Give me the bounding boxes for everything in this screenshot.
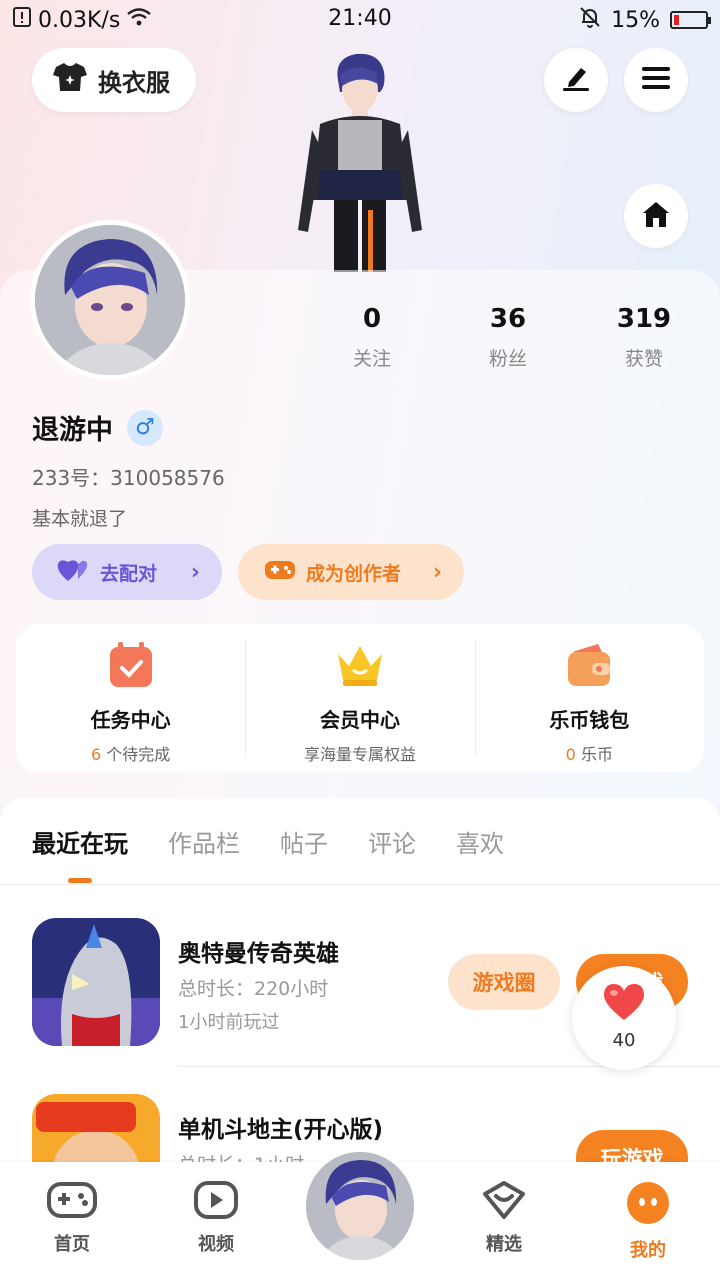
- stat-followers[interactable]: 36 粉丝: [440, 304, 576, 371]
- stat-label: 获赞: [624, 348, 663, 370]
- nav-label: 精选: [486, 1234, 522, 1255]
- battery-icon: [670, 11, 711, 29]
- like-count: 40: [612, 1030, 636, 1051]
- battery-percent: 15%: [611, 7, 660, 33]
- status-bar: 0.03K/s 21:40 15%: [0, 0, 720, 40]
- nav-featured[interactable]: 精选: [454, 1180, 554, 1256]
- game-name: 奥特曼传奇英雄: [178, 941, 339, 967]
- avatar-3d-figure[interactable]: [290, 50, 430, 272]
- username-row: 退游中 ♂: [32, 408, 163, 447]
- home-button[interactable]: [624, 184, 688, 248]
- stat-label: 粉丝: [488, 348, 527, 370]
- service-title: 任务中心: [90, 708, 171, 732]
- chevron-right-icon: ›: [190, 559, 200, 585]
- tab-works[interactable]: 作品栏: [168, 824, 240, 859]
- profile-tabs: 最近在玩 作品栏 帖子 评论 喜欢: [32, 824, 504, 883]
- menu-button[interactable]: [624, 48, 688, 112]
- crown-icon: [333, 638, 387, 692]
- divider: [0, 884, 720, 885]
- male-gender-icon: ♂: [127, 409, 163, 446]
- gamepad-icon: [22, 1180, 122, 1224]
- profile-avatar[interactable]: [30, 220, 190, 380]
- creator-label: 成为创作者: [306, 562, 402, 585]
- service-subtitle: 0 乐币: [565, 745, 613, 764]
- floating-like-button[interactable]: 40: [572, 966, 676, 1070]
- heart-icon: [572, 982, 676, 1026]
- bottom-navigation: 首页 视频 精选 我的: [0, 1146, 720, 1280]
- stat-label: 关注: [352, 348, 391, 370]
- heart-shield-icon: [454, 1180, 554, 1224]
- service-panel: 任务中心 6 个待完成 会员中心 享海量专属权益 乐币钱包 0 乐币: [16, 624, 704, 772]
- game-circle-button[interactable]: 游戏圈: [448, 954, 560, 1010]
- service-title: 会员中心: [319, 708, 400, 732]
- last-played: 1小时前玩过: [178, 1012, 280, 1033]
- nav-video[interactable]: 视频: [166, 1180, 266, 1256]
- wallet[interactable]: 乐币钱包 0 乐币: [474, 624, 704, 772]
- game-name: 单机斗地主(开心版): [178, 1117, 384, 1143]
- hearts-icon: [56, 557, 90, 588]
- wallet-icon: [562, 638, 616, 692]
- become-creator-button[interactable]: 成为创作者 ›: [238, 544, 464, 600]
- match-label: 去配对: [100, 562, 158, 585]
- username: 退游中: [32, 415, 113, 446]
- hamburger-menu-icon: [641, 65, 671, 95]
- stat-number: 36: [489, 304, 527, 334]
- nav-label: 视频: [198, 1234, 234, 1255]
- user-bio: 基本就退了: [32, 508, 128, 530]
- video-play-icon: [166, 1180, 266, 1224]
- gamepad-icon: [264, 558, 296, 587]
- service-subtitle: 享海量专属权益: [303, 745, 416, 764]
- play-duration: 总时长：220小时: [178, 978, 329, 1000]
- user-id[interactable]: 233号：310058576: [32, 462, 225, 491]
- smile-face-icon: [598, 1180, 698, 1230]
- edit-button[interactable]: [544, 48, 608, 112]
- match-button[interactable]: 去配对 ›: [32, 544, 222, 600]
- game-icon[interactable]: [32, 918, 160, 1046]
- nav-avatar-center[interactable]: [300, 1146, 420, 1266]
- avatar: [306, 1152, 414, 1260]
- calendar-check-icon: [104, 638, 158, 692]
- nav-home[interactable]: 首页: [22, 1180, 122, 1256]
- member-center[interactable]: 会员中心 享海量专属权益: [245, 624, 474, 772]
- mute-bell-icon: [579, 6, 601, 34]
- tab-recent[interactable]: 最近在玩: [32, 824, 128, 883]
- wardrobe-label: 换衣服: [98, 68, 170, 97]
- service-subtitle: 6 个待完成: [91, 745, 171, 764]
- home-icon: [640, 199, 672, 233]
- profile-stats: 0 关注 36 粉丝 319 获赞: [304, 304, 712, 371]
- stat-likes[interactable]: 319 获赞: [576, 304, 712, 371]
- stat-number: 319: [616, 304, 672, 334]
- tshirt-icon: [52, 61, 88, 99]
- tab-comments[interactable]: 评论: [368, 824, 416, 859]
- nav-mine[interactable]: 我的: [598, 1180, 698, 1262]
- stat-following[interactable]: 0 关注: [304, 304, 440, 371]
- task-center[interactable]: 任务中心 6 个待完成: [16, 624, 245, 772]
- nav-label: 我的: [630, 1240, 666, 1261]
- edit-pen-icon: [561, 64, 591, 96]
- service-title: 乐币钱包: [549, 708, 630, 732]
- nav-label: 首页: [54, 1234, 90, 1255]
- wardrobe-button[interactable]: 换衣服: [32, 48, 196, 112]
- tab-likes[interactable]: 喜欢: [456, 824, 504, 859]
- tab-posts[interactable]: 帖子: [280, 824, 328, 859]
- stat-number: 0: [362, 304, 382, 334]
- chevron-right-icon: ›: [432, 559, 442, 585]
